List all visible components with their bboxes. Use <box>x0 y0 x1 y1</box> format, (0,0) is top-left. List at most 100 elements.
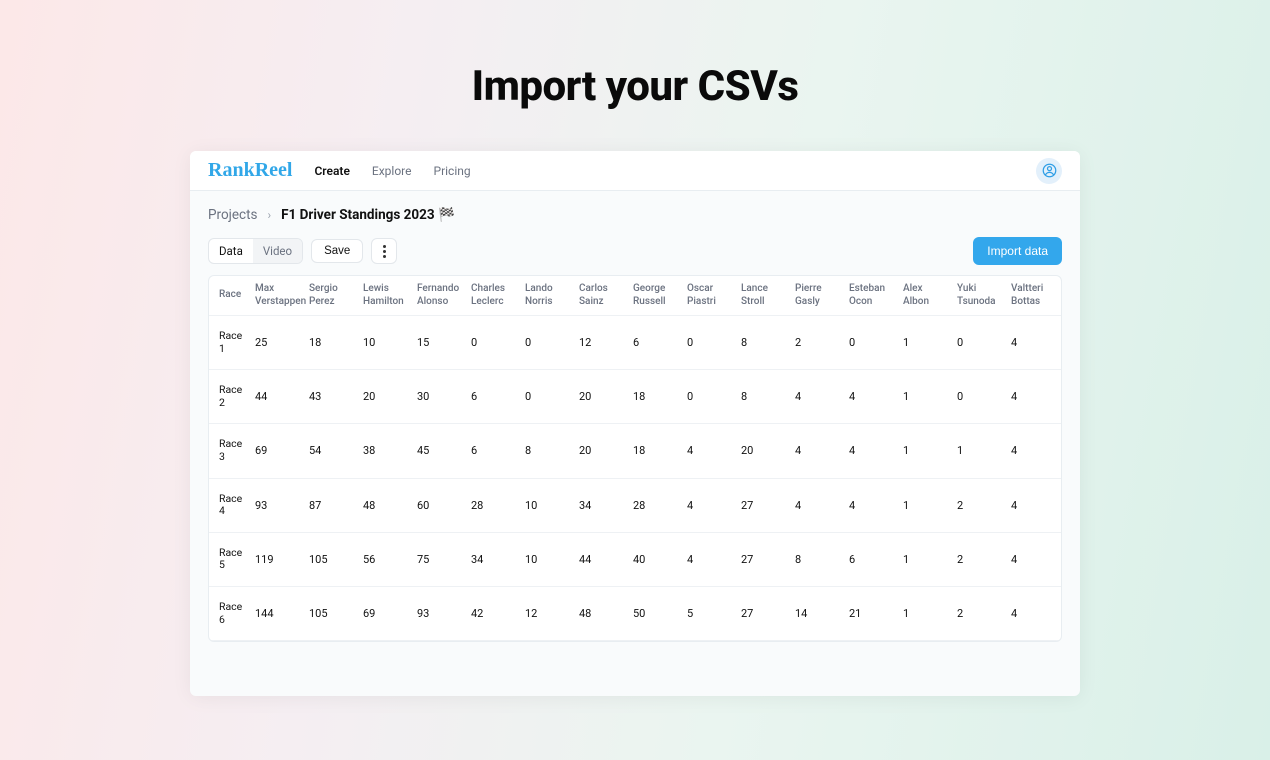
column-header: EstebanOcon <box>845 276 899 316</box>
cell: 54 <box>305 424 359 478</box>
cell: 48 <box>575 586 629 640</box>
cell: 2 <box>791 316 845 370</box>
cell: 50 <box>629 586 683 640</box>
hero-title: Import your CSVs <box>0 0 1270 151</box>
cell: 25 <box>251 316 305 370</box>
cell: 48 <box>359 478 413 532</box>
cell: 60 <box>413 478 467 532</box>
cell: 1 <box>953 424 1007 478</box>
nav-link-create[interactable]: Create <box>314 164 349 178</box>
column-header-race: Race <box>209 276 251 316</box>
brand-logo[interactable]: RankReel <box>208 159 292 182</box>
cell: 38 <box>359 424 413 478</box>
cell: 12 <box>521 586 575 640</box>
cell: 28 <box>467 478 521 532</box>
cell: 21 <box>845 586 899 640</box>
topbar: RankReel Create Explore Pricing <box>190 151 1080 191</box>
cell: 4 <box>1007 478 1061 532</box>
cell: 4 <box>1007 316 1061 370</box>
column-header: CharlesLeclerc <box>467 276 521 316</box>
breadcrumb-root[interactable]: Projects <box>208 207 258 223</box>
cell: 8 <box>521 424 575 478</box>
cell: 1 <box>899 370 953 424</box>
cell: 119 <box>251 532 305 586</box>
cell: 4 <box>683 532 737 586</box>
table-row[interactable]: Race4938748602810342842744124 <box>209 478 1061 532</box>
cell: 4 <box>845 424 899 478</box>
cell: 0 <box>845 316 899 370</box>
cell: 14 <box>791 586 845 640</box>
cell: 20 <box>359 370 413 424</box>
cell: 6 <box>845 532 899 586</box>
table-row[interactable]: Race125181015001260820104 <box>209 316 1061 370</box>
table-row[interactable]: Race511910556753410444042786124 <box>209 532 1061 586</box>
column-header: AlexAlbon <box>899 276 953 316</box>
toolbar: Data Video Save Import data <box>208 237 1062 265</box>
nav-link-pricing[interactable]: Pricing <box>434 164 471 178</box>
column-header: SergioPerez <box>305 276 359 316</box>
cell: 2 <box>953 478 1007 532</box>
cell: 44 <box>575 532 629 586</box>
cell: 2 <box>953 532 1007 586</box>
cell: 0 <box>953 370 1007 424</box>
table-row[interactable]: Race2444320306020180844104 <box>209 370 1061 424</box>
cell: 15 <box>413 316 467 370</box>
cell: 4 <box>1007 370 1061 424</box>
column-header: PierreGasly <box>791 276 845 316</box>
tab-data[interactable]: Data <box>209 239 253 263</box>
cell: 4 <box>1007 424 1061 478</box>
cell: 4 <box>845 370 899 424</box>
cell: 43 <box>305 370 359 424</box>
column-header: FernandoAlonso <box>413 276 467 316</box>
user-circle-icon <box>1042 163 1057 178</box>
tab-video[interactable]: Video <box>253 239 302 263</box>
cell: 87 <box>305 478 359 532</box>
import-data-button[interactable]: Import data <box>973 237 1062 265</box>
column-header: LandoNorris <box>521 276 575 316</box>
column-header: MaxVerstappen <box>251 276 305 316</box>
cell: 1 <box>899 478 953 532</box>
cell: 0 <box>521 370 575 424</box>
app-window: RankReel CreateExplorePricing Projects ›… <box>190 151 1080 696</box>
account-button[interactable] <box>1036 158 1062 184</box>
nav-link-explore[interactable]: Explore <box>372 164 412 178</box>
cell: 4 <box>791 370 845 424</box>
cell: 6 <box>467 424 521 478</box>
row-label: Race5 <box>209 532 251 586</box>
cell: 27 <box>737 586 791 640</box>
cell: 4 <box>791 424 845 478</box>
cell: 0 <box>683 370 737 424</box>
breadcrumb-current: F1 Driver Standings 2023 🏁 <box>281 207 455 223</box>
cell: 45 <box>413 424 467 478</box>
cell: 69 <box>251 424 305 478</box>
row-label: Race1 <box>209 316 251 370</box>
cell: 10 <box>521 478 575 532</box>
cell: 5 <box>683 586 737 640</box>
more-options-button[interactable] <box>371 238 397 264</box>
cell: 69 <box>359 586 413 640</box>
cell: 27 <box>737 478 791 532</box>
column-header: OscarPiastri <box>683 276 737 316</box>
row-label: Race4 <box>209 478 251 532</box>
cell: 4 <box>791 478 845 532</box>
cell: 8 <box>737 316 791 370</box>
cell: 144 <box>251 586 305 640</box>
view-toggle: Data Video <box>208 238 303 264</box>
column-header: ValtteriBottas <box>1007 276 1061 316</box>
column-header: GeorgeRussell <box>629 276 683 316</box>
cell: 0 <box>953 316 1007 370</box>
cell: 28 <box>629 478 683 532</box>
cell: 1 <box>899 532 953 586</box>
column-header: LanceStroll <box>737 276 791 316</box>
cell: 93 <box>251 478 305 532</box>
cell: 44 <box>251 370 305 424</box>
column-header: CarlosSainz <box>575 276 629 316</box>
table-row[interactable]: Race36954384568201842044114 <box>209 424 1061 478</box>
cell: 8 <box>737 370 791 424</box>
cell: 8 <box>791 532 845 586</box>
save-button[interactable]: Save <box>311 239 363 263</box>
cell: 20 <box>575 370 629 424</box>
cell: 1 <box>899 424 953 478</box>
cell: 4 <box>683 478 737 532</box>
table-row[interactable]: Race61441056993421248505271421124 <box>209 586 1061 640</box>
